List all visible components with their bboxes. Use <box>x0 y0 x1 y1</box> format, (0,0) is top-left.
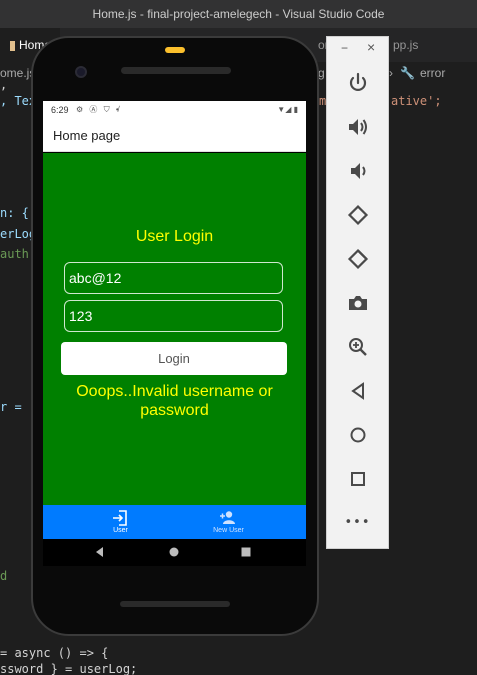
camera-icon[interactable] <box>346 291 370 315</box>
tab-new-user[interactable]: New User <box>163 505 294 539</box>
code-line: auth <box>0 247 29 261</box>
phone-speaker <box>121 67 231 74</box>
status-bar: 6:29 ⚙ Ⓐ ⛉ •̸ ▼◢ ▮ <box>43 101 306 119</box>
tab-new-user-label: New User <box>213 527 244 534</box>
status-signal-battery-icons: ▼◢ ▮ <box>277 105 298 114</box>
back-icon[interactable] <box>346 379 370 403</box>
login-button[interactable]: Login <box>61 342 287 375</box>
code-line: ative'; <box>391 94 442 108</box>
phone-notch <box>165 47 185 53</box>
phone-screen: 6:29 ⚙ Ⓐ ⛉ •̸ ▼◢ ▮ Home page User Login … <box>43 101 306 566</box>
status-time: 6:29 <box>51 105 69 115</box>
code-line: n: { <box>0 206 29 220</box>
code-line: d <box>0 569 8 583</box>
code-line: , <box>0 78 8 92</box>
emulator-toolbar: − × ••• <box>326 36 389 549</box>
rotate-left-icon[interactable] <box>346 203 370 227</box>
code-line: r = <box>0 400 22 414</box>
bottom-tab-bar: User New User <box>43 505 306 539</box>
status-notification-icons: ⚙ Ⓐ ⛉ •̸ <box>76 105 121 114</box>
tab-app[interactable]: pp.js <box>393 28 418 62</box>
volume-down-icon[interactable] <box>346 159 370 183</box>
volume-up-icon[interactable] <box>346 115 370 139</box>
code-line: = async () => { <box>0 646 109 660</box>
breadcrumb-symbol[interactable]: error <box>420 62 445 84</box>
nav-overview-icon[interactable] <box>239 545 253 559</box>
overview-icon[interactable] <box>346 467 370 491</box>
zoom-icon[interactable] <box>346 335 370 359</box>
power-icon[interactable] <box>346 71 370 95</box>
nav-home-icon[interactable] <box>167 545 181 559</box>
chevron-right-icon: › <box>389 66 393 80</box>
add-user-icon <box>220 511 235 524</box>
page-title: Home page <box>53 128 121 143</box>
minimize-button[interactable]: − <box>341 41 348 55</box>
code-line: ssword } = userLog; <box>0 662 138 675</box>
home-icon[interactable] <box>346 423 370 447</box>
window-title: Home.js - final-project-amelegech - Visu… <box>0 0 477 28</box>
username-input[interactable] <box>64 262 283 294</box>
nav-back-icon[interactable] <box>93 545 107 559</box>
breadcrumb-partial: g <box>318 66 325 80</box>
login-screen: User Login Login Ooops..Invalid username… <box>43 153 306 505</box>
login-icon <box>113 510 127 526</box>
android-nav-bar <box>43 539 306 566</box>
phone-speaker-bottom <box>120 601 230 607</box>
more-icon[interactable]: ••• <box>327 515 388 530</box>
camera-lens-icon <box>75 66 87 78</box>
password-input[interactable] <box>64 300 283 332</box>
app-header: Home page <box>43 119 306 152</box>
login-title: User Login <box>135 228 214 245</box>
tab-file-icon <box>10 40 15 51</box>
wrench-icon: 🔧 <box>400 66 415 80</box>
error-message: Ooops..Invalid username or password <box>76 383 273 419</box>
close-button[interactable]: × <box>367 39 375 55</box>
rotate-right-icon[interactable] <box>346 247 370 271</box>
